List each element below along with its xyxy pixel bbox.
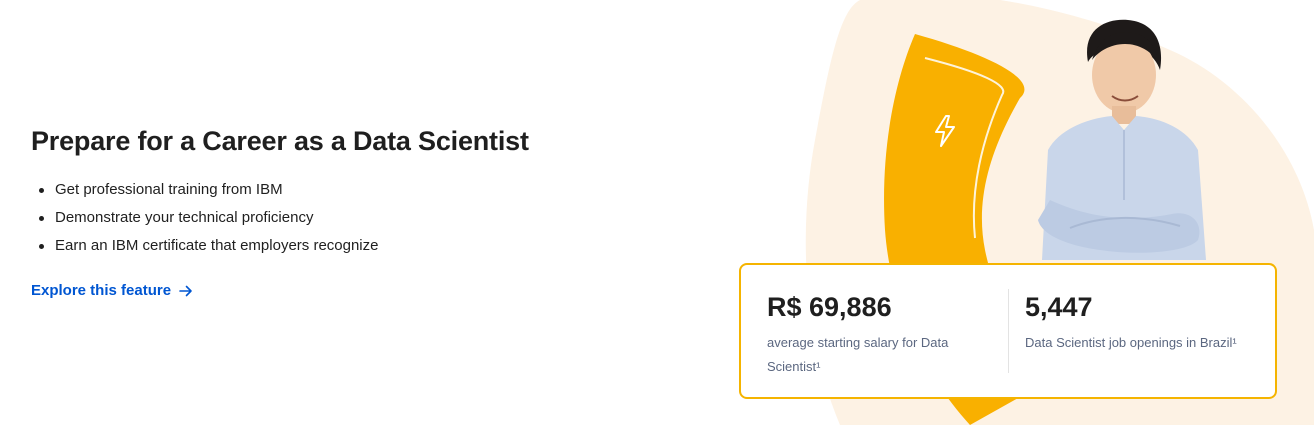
- salary-description: average starting salary for Data Scienti…: [767, 335, 949, 374]
- feature-bullets: Get professional training from IBM Demon…: [31, 176, 651, 260]
- salary-stat: R$ 69,886 average starting salary for Da…: [741, 289, 1009, 374]
- job-openings-description: Data Scientist job openings in Brazil¹: [1025, 335, 1237, 350]
- explore-feature-link[interactable]: Explore this feature: [31, 282, 193, 299]
- job-openings-value: 5,447: [1025, 292, 1093, 322]
- explore-feature-label: Explore this feature: [31, 282, 172, 299]
- bullet-item: Get professional training from IBM: [31, 176, 651, 204]
- bullet-item: Earn an IBM certificate that employers r…: [31, 232, 651, 260]
- bullet-item: Demonstrate your technical proficiency: [31, 204, 651, 232]
- arrow-right-icon: [179, 285, 192, 296]
- stats-card: R$ 69,886 average starting salary for Da…: [739, 263, 1277, 399]
- job-openings-stat: 5,447 Data Scientist job openings in Bra…: [1009, 265, 1255, 397]
- feature-title: Prepare for a Career as a Data Scientist: [31, 126, 529, 156]
- feature-section: Prepare for a Career as a Data Scientist…: [31, 124, 651, 300]
- salary-value: R$ 69,886: [767, 292, 892, 322]
